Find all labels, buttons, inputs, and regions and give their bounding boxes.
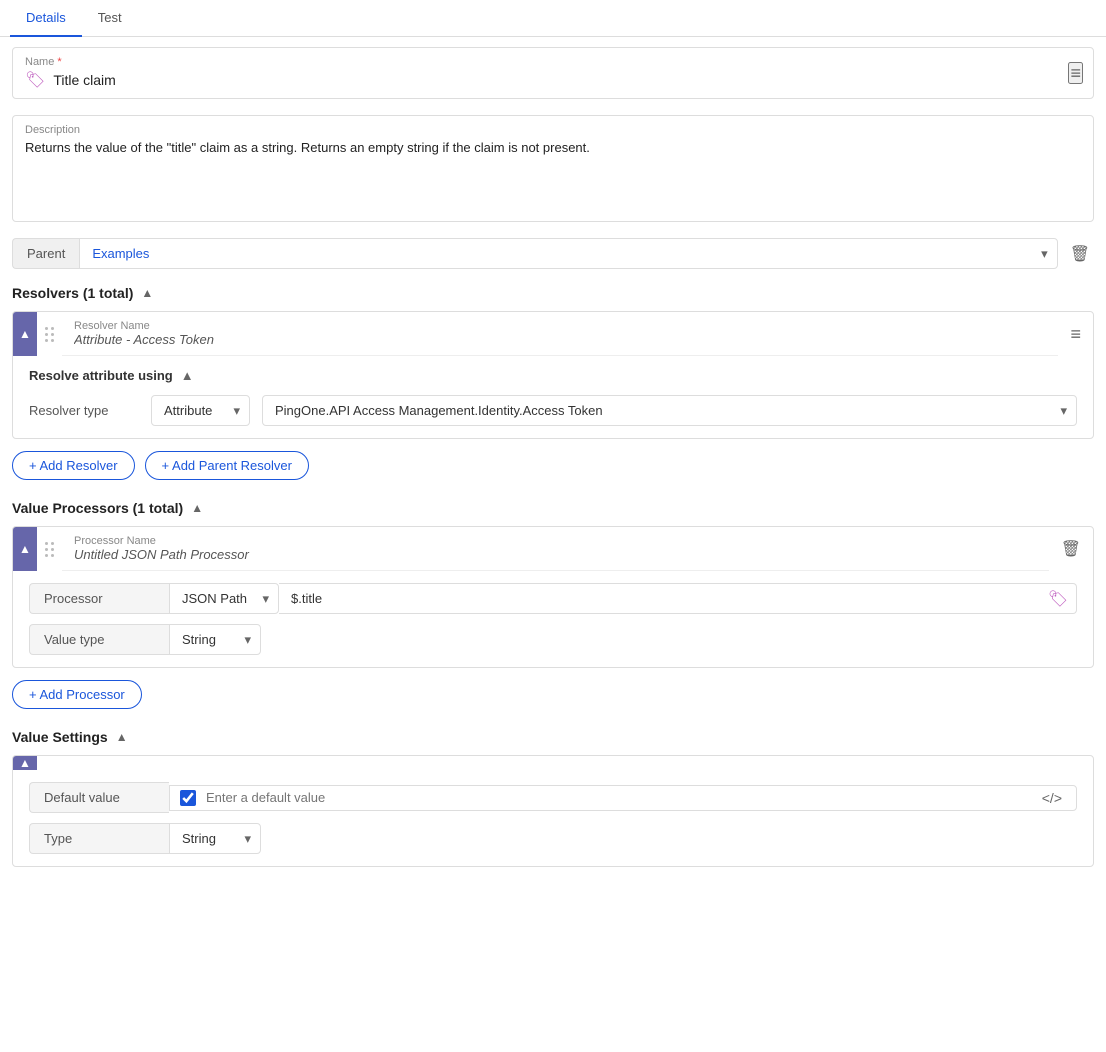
attribute-select-wrap: PingOne.API Access Management.Identity.A… — [262, 395, 1077, 426]
page-content: Name * 🏷 Title claim ≡ Description Retur… — [0, 37, 1106, 877]
processor-type-label: Processor — [29, 583, 169, 614]
value-settings-title: Value Settings — [12, 729, 108, 745]
default-value-checkbox[interactable] — [180, 790, 196, 806]
value-type-row: Value type String Integer Boolean — [29, 624, 1077, 655]
processor-type-select[interactable]: JSON Path Regex Substring — [169, 583, 279, 614]
default-value-input[interactable] — [206, 790, 1028, 805]
description-field-group: Description Returns the value of the "ti… — [12, 115, 1094, 222]
type-select-wrap: String Integer Boolean — [169, 823, 261, 854]
parent-row: Parent Examples None 🗑 — [12, 238, 1094, 269]
resolvers-title: Resolvers (1 total) — [12, 285, 133, 301]
value-settings-collapse-icon[interactable]: ▲ — [116, 730, 128, 744]
processor-name-label: Processor Name — [74, 535, 1037, 547]
name-field-group: Name * 🏷 Title claim ≡ — [12, 47, 1094, 99]
attribute-select[interactable]: PingOne.API Access Management.Identity.A… — [262, 395, 1077, 426]
tab-bar: Details Test — [0, 0, 1106, 37]
add-processor-button[interactable]: + Add Processor — [12, 680, 142, 709]
processor-collapse-button[interactable]: ▲ — [13, 527, 37, 571]
processor-drag-handle[interactable] — [37, 527, 62, 571]
value-settings-body: Default value </> Type String Integer Bo… — [13, 770, 1093, 866]
resolver-card-header: ▲ Resolver Name ≡ — [13, 312, 1093, 356]
resolver-type-label: Resolver type — [29, 403, 139, 418]
type-row: Type String Integer Boolean — [29, 823, 1077, 854]
processors-title: Value Processors (1 total) — [12, 500, 183, 516]
value-type-select-wrap: String Integer Boolean — [169, 624, 261, 655]
tab-details[interactable]: Details — [10, 0, 82, 37]
default-value-input-wrap: </> — [169, 785, 1077, 811]
type-label: Type — [29, 823, 169, 854]
resolvers-section-header: Resolvers (1 total) ▲ — [12, 285, 1094, 301]
processor-type-row: Processor JSON Path Regex Substring 🏷 — [29, 583, 1077, 614]
processor-card-header: ▲ Processor Name 🗑 — [13, 527, 1093, 571]
processor-body: Processor JSON Path Regex Substring 🏷 Va… — [13, 571, 1093, 667]
parent-select[interactable]: Examples None — [79, 238, 1057, 269]
resolver-type-select[interactable]: Attribute JWT LDAP Ping One — [151, 395, 250, 426]
resolver-name-label: Resolver Name — [74, 320, 1046, 332]
processors-collapse-icon[interactable]: ▲ — [191, 501, 203, 515]
value-settings-section-header: Value Settings ▲ — [12, 729, 1094, 745]
processor-name-field: Processor Name — [62, 527, 1049, 571]
resolver-menu-button[interactable]: ≡ — [1058, 312, 1093, 356]
value-type-label: Value type — [29, 624, 169, 655]
value-settings-card-header: ▲ — [13, 756, 1093, 770]
description-label: Description — [25, 124, 1081, 136]
resolve-attribute-collapse-icon[interactable]: ▲ — [181, 368, 194, 383]
processor-name-input[interactable] — [74, 547, 1037, 562]
add-resolver-buttons-row: + Add Resolver + Add Parent Resolver — [12, 451, 1094, 480]
resolver-card: ▲ Resolver Name ≡ Resolve attribute usin… — [12, 311, 1094, 439]
resolver-type-select-wrap: Attribute JWT LDAP Ping One — [151, 395, 250, 426]
processor-card: ▲ Processor Name 🗑 Processor JSON Path R… — [12, 526, 1094, 668]
default-value-label: Default value — [29, 782, 169, 813]
resolve-attribute-section: Resolve attribute using ▲ Resolver type … — [13, 356, 1093, 438]
description-textarea[interactable]: Returns the value of the "title" claim a… — [25, 140, 1081, 210]
json-path-tag-icon[interactable]: 🏷 — [1040, 589, 1076, 609]
resolve-attribute-label: Resolve attribute using — [29, 368, 173, 383]
resolver-drag-handle[interactable] — [37, 312, 62, 356]
resolver-collapse-button[interactable]: ▲ — [13, 312, 37, 356]
resolver-name-input[interactable] — [74, 332, 1046, 347]
json-path-input-wrap: 🏷 — [279, 583, 1077, 614]
tab-test[interactable]: Test — [82, 0, 138, 37]
resolvers-collapse-icon[interactable]: ▲ — [141, 286, 153, 300]
json-path-input[interactable] — [279, 584, 1040, 613]
code-icon[interactable]: </> — [1038, 790, 1066, 806]
parent-delete-button[interactable]: 🗑 — [1066, 240, 1094, 268]
processor-type-select-wrap: JSON Path Regex Substring — [169, 583, 279, 614]
resolver-type-row: Resolver type Attribute JWT LDAP Ping On… — [29, 395, 1077, 426]
type-select[interactable]: String Integer Boolean — [169, 823, 261, 854]
processor-delete-button[interactable]: 🗑 — [1049, 527, 1093, 571]
value-settings-collapse-button[interactable]: ▲ — [13, 756, 37, 770]
default-value-row: Default value </> — [29, 782, 1077, 813]
resolve-attribute-header: Resolve attribute using ▲ — [29, 368, 1077, 383]
name-label: Name * — [25, 56, 1081, 68]
value-settings-card: ▲ Default value </> Type String Integer — [12, 755, 1094, 867]
resolver-name-field: Resolver Name — [62, 312, 1058, 356]
add-resolver-button[interactable]: + Add Resolver — [12, 451, 135, 480]
processors-section-header: Value Processors (1 total) ▲ — [12, 500, 1094, 516]
value-type-select[interactable]: String Integer Boolean — [169, 624, 261, 655]
parent-select-wrap: Examples None — [79, 238, 1057, 269]
add-processor-row: + Add Processor — [12, 680, 1094, 709]
add-parent-resolver-button[interactable]: + Add Parent Resolver — [145, 451, 309, 480]
name-menu-button[interactable]: ≡ — [1068, 62, 1083, 84]
tag-icon: 🏷 — [25, 70, 45, 90]
parent-label: Parent — [12, 238, 79, 269]
name-value: Title claim — [53, 72, 116, 88]
